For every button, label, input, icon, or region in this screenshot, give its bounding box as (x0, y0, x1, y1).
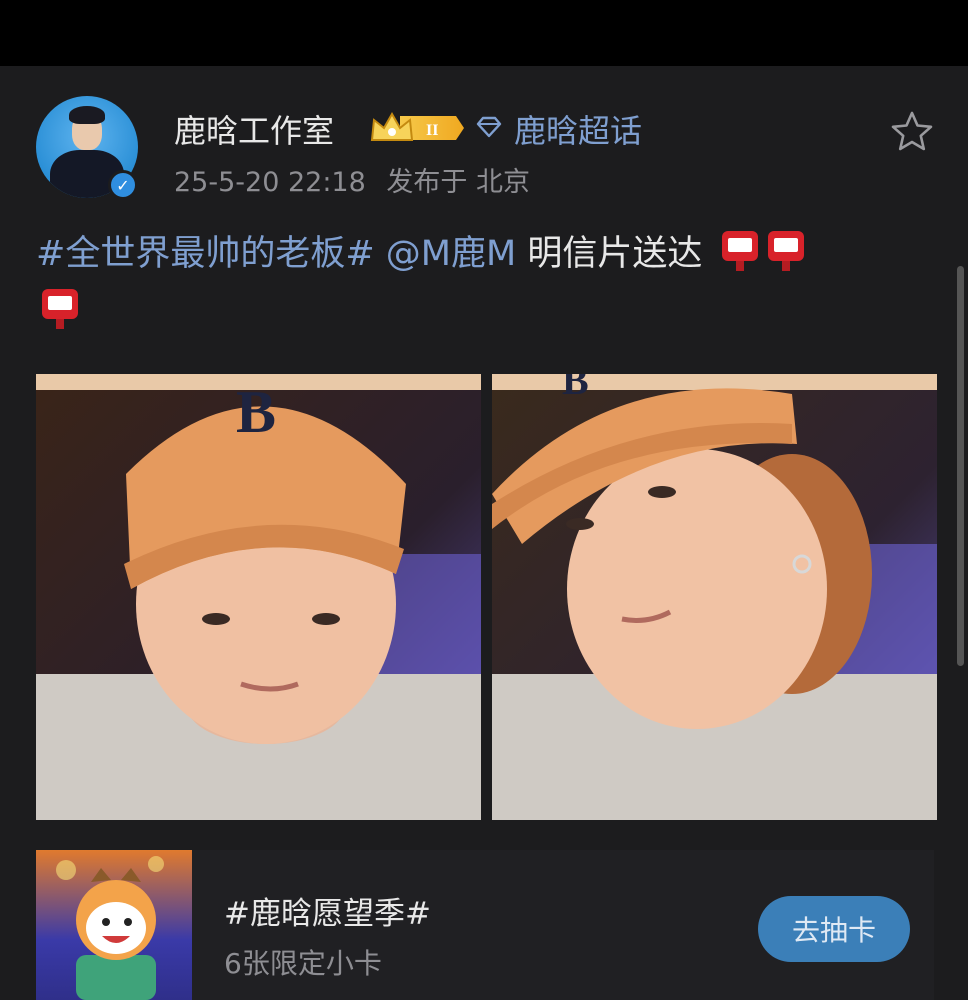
location: 发布于 北京 (386, 167, 530, 198)
promo-subtitle: 6张限定小卡 (224, 947, 382, 980)
svg-text:B: B (236, 379, 276, 445)
diamond-icon (476, 116, 502, 138)
post-photo[interactable]: B (36, 374, 481, 820)
post-meta: 25-5-20 22:18 发布于 北京 (174, 160, 530, 199)
mailbox-emoji (40, 287, 80, 331)
username[interactable]: 鹿晗工作室 (174, 106, 334, 152)
promo-image (36, 850, 192, 1000)
mailbox-emoji (766, 229, 806, 273)
verified-icon: ✓ (108, 170, 138, 200)
draw-card-button[interactable]: 去抽卡 (758, 896, 910, 962)
status-bar (0, 0, 968, 66)
level-badge: II (426, 122, 438, 139)
post-text: #全世界最帅的老板# @M鹿M 明信片送达 (36, 225, 916, 341)
scrollbar[interactable] (957, 266, 964, 666)
mention-link[interactable]: @M鹿M (386, 234, 516, 274)
promo-card[interactable]: #鹿晗愿望季# 6张限定小卡 去抽卡 (36, 850, 934, 1000)
star-icon[interactable] (890, 110, 934, 152)
post-body: 明信片送达 (527, 234, 703, 274)
hashtag-link[interactable]: #全世界最帅的老板# (36, 234, 375, 274)
mailbox-emoji (720, 229, 760, 273)
post-photo[interactable]: B (492, 374, 937, 820)
promo-title: #鹿晗愿望季# (224, 896, 431, 932)
supertopic-link[interactable]: 鹿晗超话 (514, 106, 642, 152)
svg-text:B: B (562, 374, 589, 403)
timestamp: 25-5-20 22:18 (174, 167, 366, 198)
crown-icon[interactable]: II (370, 110, 466, 146)
